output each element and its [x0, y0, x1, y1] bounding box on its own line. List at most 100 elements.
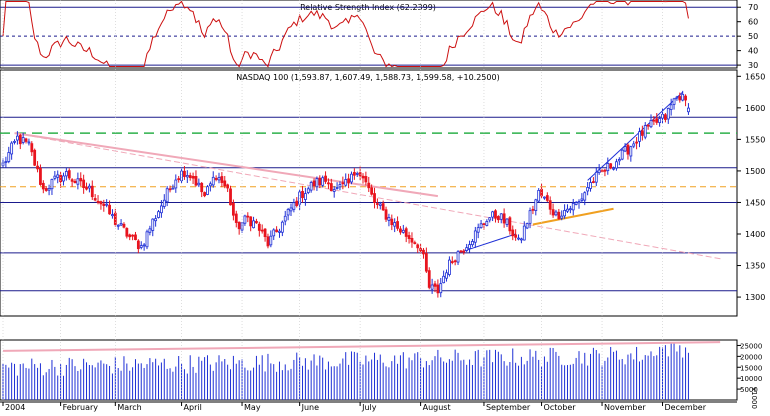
candle-body [439, 283, 443, 294]
candle-body [522, 225, 526, 241]
candle-body [341, 182, 345, 185]
month-label: May [244, 403, 261, 412]
candle-body [229, 188, 232, 206]
price-tick-label: 1650 [745, 72, 765, 81]
candle-body [252, 220, 255, 229]
candle-body [655, 118, 659, 123]
candle-body [180, 170, 183, 182]
candle-body [309, 182, 313, 191]
candle-body [88, 185, 91, 189]
candle-body [111, 214, 114, 217]
candle-body [13, 140, 16, 143]
candle-body [131, 234, 135, 237]
candle-body [301, 190, 304, 199]
volume-unit-label: x1000 [750, 387, 758, 409]
candle-body [675, 96, 679, 99]
candle-body [292, 202, 296, 210]
candle-body [10, 142, 14, 155]
candle-body [194, 176, 198, 186]
candle-body [381, 203, 385, 211]
candle-body [620, 149, 624, 160]
month-label: December [665, 403, 707, 412]
month-label: April [184, 403, 202, 412]
candle-body [347, 178, 351, 183]
chart-window: Relative Strength Index (62.2399) 70 60 50… [0, 0, 770, 412]
candle-body [324, 175, 327, 182]
candle-body [635, 141, 638, 144]
candle-body [459, 250, 463, 253]
candle-body [128, 234, 132, 238]
candle-body [165, 188, 169, 203]
candle-body [666, 108, 670, 120]
candle-body [592, 181, 595, 183]
candle-body [50, 179, 54, 190]
candle-body [612, 167, 615, 170]
candle-body [563, 210, 566, 217]
candle-body [136, 240, 140, 250]
candle-body [422, 249, 425, 255]
candle-body [669, 104, 673, 110]
candle-body [442, 275, 446, 284]
candle-body [278, 230, 281, 233]
candle-body [393, 222, 397, 227]
candle-body [303, 193, 307, 200]
candle-body [508, 217, 512, 232]
candle-body [85, 186, 88, 190]
month-label: November [604, 403, 646, 412]
candle-body [629, 146, 633, 157]
candle-body [615, 161, 618, 169]
candle-body [286, 208, 290, 216]
candle-body [364, 176, 368, 183]
candle-body [525, 223, 529, 229]
volume-tick-label: 15000 [740, 364, 762, 372]
candle-body [566, 208, 569, 212]
candle-body [157, 211, 160, 218]
stock-chart: Relative Strength Index (62.2399) 706050… [0, 0, 770, 412]
candle-body [197, 182, 201, 186]
candle-body [390, 218, 394, 226]
candle-body [246, 215, 250, 218]
candle-body [404, 228, 408, 237]
candle-body [384, 209, 388, 220]
candle-body [41, 182, 45, 190]
candle-body [7, 152, 11, 162]
candle-body [171, 187, 175, 190]
candle-body [96, 200, 100, 203]
candle-body [79, 178, 83, 182]
candle-body [681, 93, 685, 101]
candle-body [125, 228, 129, 237]
price-tick-label: 1300 [745, 293, 765, 302]
candle-body [678, 96, 682, 101]
candle-body [289, 207, 293, 212]
candle-body [33, 149, 37, 166]
candle-body [416, 244, 420, 249]
candle-body [378, 203, 382, 206]
candle-body [82, 179, 86, 189]
candle-body [603, 169, 607, 172]
candle-body [62, 175, 65, 182]
candle-body [102, 203, 106, 206]
candle-body [413, 242, 417, 245]
candle-body [626, 144, 630, 155]
candle-body [496, 216, 500, 221]
candle-body [200, 182, 204, 193]
price-tick-label: 1550 [745, 135, 765, 144]
candle-body [638, 131, 641, 142]
candle-body [517, 237, 520, 240]
candle-body [99, 201, 103, 205]
month-label: July [361, 403, 377, 412]
price-tick-label: 1400 [745, 230, 765, 239]
candle-body [407, 235, 411, 239]
candle-body [350, 173, 353, 183]
candle-body [589, 182, 592, 189]
candle-body [139, 245, 143, 248]
month-label: 2004 [5, 403, 25, 412]
candle-body [352, 172, 356, 176]
candle-body [450, 261, 454, 263]
candle-body [90, 185, 94, 198]
candle-body [255, 220, 258, 224]
volume-tick-label: 25000 [740, 342, 762, 350]
candle-body [162, 199, 166, 207]
candle-body [234, 213, 238, 223]
candle-body [174, 179, 178, 189]
